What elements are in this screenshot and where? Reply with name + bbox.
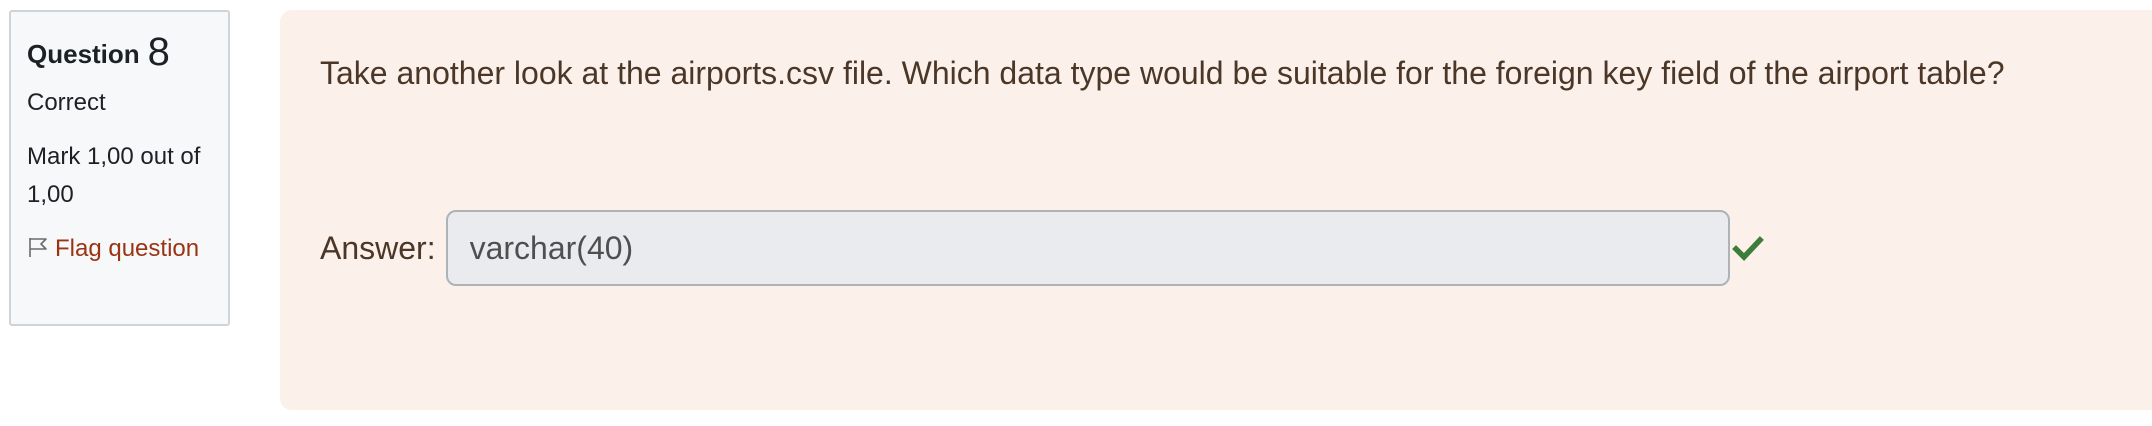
answer-row: Answer: — [320, 210, 1764, 286]
flag-icon — [29, 238, 47, 257]
question-text: Take another look at the airports.csv fi… — [320, 55, 2005, 91]
check-icon — [1731, 236, 1764, 261]
question-heading: Question 8 — [27, 26, 212, 80]
question-state: Correct — [27, 89, 106, 116]
question-number: 8 — [147, 30, 170, 74]
question-label: Question — [27, 39, 140, 69]
question-content-panel: Take another look at the airports.csv fi… — [280, 10, 2152, 410]
answer-label: Answer: — [320, 229, 436, 266]
question-grade: Mark 1,00 out of 1,00 — [27, 143, 201, 208]
flag-question-label: Flag question — [55, 235, 200, 262]
answer-input[interactable] — [445, 210, 1730, 286]
flag-question-link[interactable]: Flag question — [27, 230, 212, 268]
question-info-panel: Question 8 Correct Mark 1,00 out of 1,00 … — [9, 10, 230, 326]
